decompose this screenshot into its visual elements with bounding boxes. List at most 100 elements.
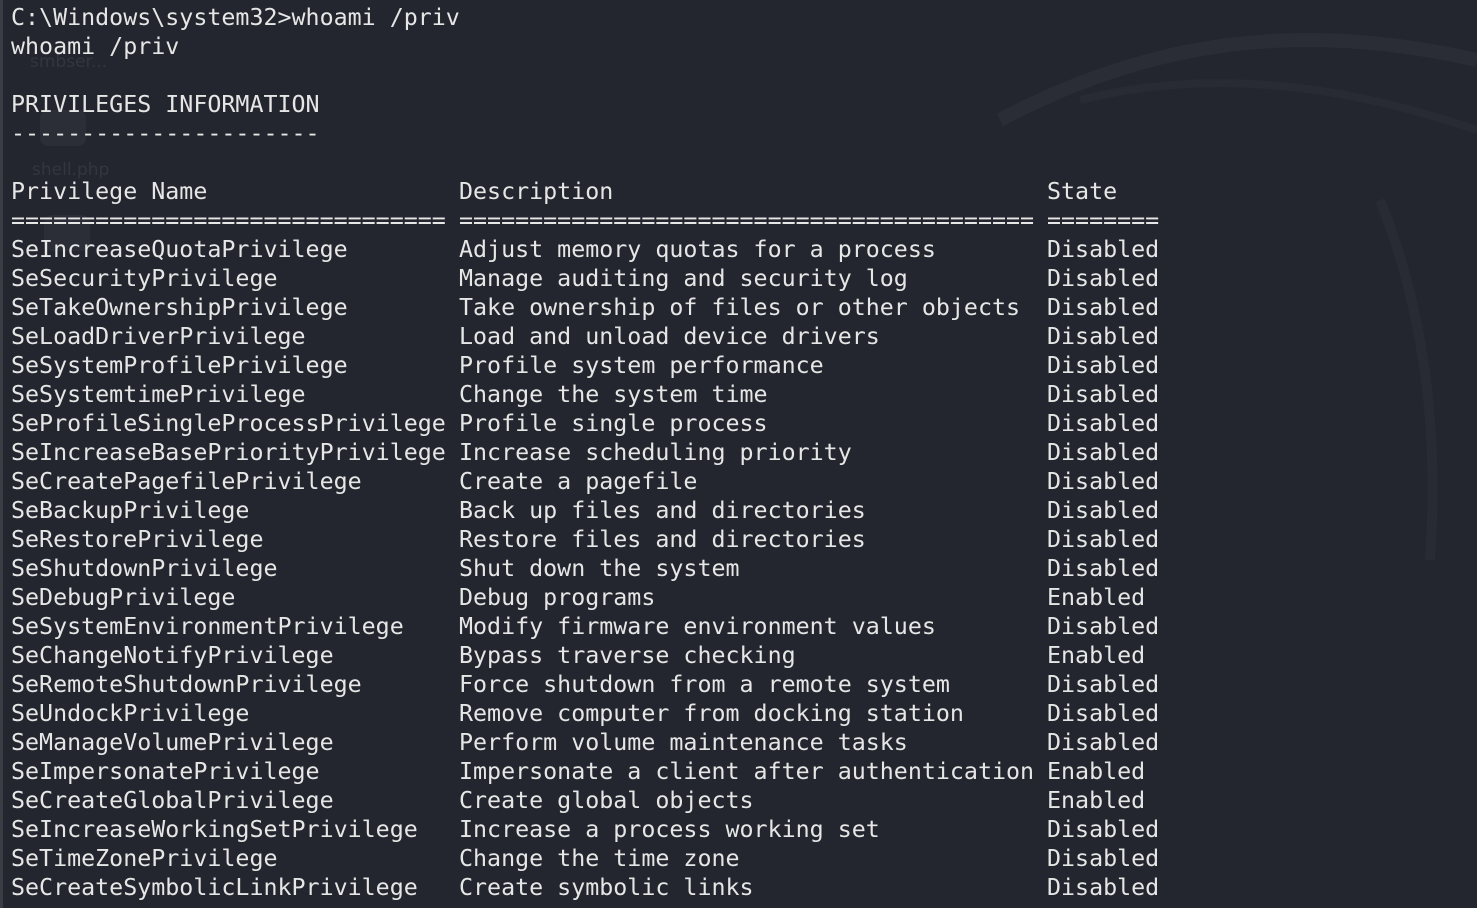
table-row: SeManageVolumePrivilege Perform volume ma… (11, 728, 1211, 757)
table-row: SeShutdownPrivilege Shut down the system D… (11, 554, 1211, 583)
separator-state: ======== (1047, 207, 1160, 234)
privilege-description: Force shutdown from a remote system (459, 671, 950, 698)
privilege-state: Enabled (1047, 642, 1146, 669)
privilege-state: Disabled (1047, 874, 1160, 901)
header-privilege-name: Privilege Name (11, 178, 208, 205)
privilege-description: Shut down the system (459, 555, 740, 582)
table-row: SeSystemEnvironmentPrivilege Modify firmw… (11, 612, 1211, 641)
section-underline: ---------------------- (11, 120, 320, 147)
table-row: SeUndockPrivilege Remove computer from do… (11, 699, 1211, 728)
privilege-name: SeSystemEnvironmentPrivilege (11, 613, 404, 640)
privilege-state: Disabled (1047, 816, 1160, 843)
terminal-window[interactable]: smbser... shell.php C:\Windows\system32>… (0, 0, 1477, 908)
privilege-state: Disabled (1047, 323, 1160, 350)
privilege-name: SeIncreaseBasePriorityPrivilege (11, 439, 446, 466)
privilege-name: SeSystemtimePrivilege (11, 381, 306, 408)
privilege-name: SeRemoteShutdownPrivilege (11, 671, 362, 698)
privilege-name: SeTimeZonePrivilege (11, 845, 278, 872)
privilege-name: SeCreateGlobalPrivilege (11, 787, 334, 814)
privilege-description: Back up files and directories (459, 497, 866, 524)
header-state: State (1047, 178, 1118, 205)
privilege-description: Manage auditing and security log (459, 265, 908, 292)
window-left-border (0, 0, 3, 908)
privilege-description: Impersonate a client after authenticatio… (459, 758, 1035, 785)
privilege-description: Bypass traverse checking (459, 642, 796, 669)
privilege-state: Disabled (1047, 265, 1160, 292)
privilege-state: Disabled (1047, 555, 1160, 582)
privilege-description: Profile single process (459, 410, 768, 437)
privilege-name: SeUndockPrivilege (11, 700, 250, 727)
table-row: SeTakeOwnershipPrivilege Take ownership o… (11, 293, 1211, 322)
privilege-name: SeIncreaseQuotaPrivilege (11, 236, 348, 263)
privilege-name: SeShutdownPrivilege (11, 555, 278, 582)
privilege-name: SeRestorePrivilege (11, 526, 264, 553)
privilege-description: Increase a process working set (459, 816, 880, 843)
privilege-state: Disabled (1047, 526, 1160, 553)
privilege-name: SeDebugPrivilege (11, 584, 236, 611)
privilege-name: SeIncreaseWorkingSetPrivilege (11, 816, 418, 843)
privilege-state: Disabled (1047, 671, 1160, 698)
table-row: SeIncreaseQuotaPrivilege Adjust memory qu… (11, 235, 1211, 264)
privilege-state: Disabled (1047, 236, 1160, 263)
privilege-description: Remove computer from docking station (459, 700, 964, 727)
privilege-description: Increase scheduling priority (459, 439, 852, 466)
table-row: SeCreateSymbolicLinkPrivilege Create symb… (11, 873, 1211, 902)
privilege-description: Load and unload device drivers (459, 323, 880, 350)
privilege-state: Disabled (1047, 352, 1160, 379)
privilege-state: Disabled (1047, 497, 1160, 524)
privilege-state: Enabled (1047, 758, 1146, 785)
privilege-name: SeTakeOwnershipPrivilege (11, 294, 348, 321)
privilege-name: SeCreateSymbolicLinkPrivilege (11, 874, 418, 901)
privilege-state: Disabled (1047, 468, 1160, 495)
table-row: SeDebugPrivilege Debug programs Enabled (11, 583, 1211, 612)
privilege-state: Enabled (1047, 787, 1146, 814)
table-row: SeBackupPrivilege Back up files and direc… (11, 496, 1211, 525)
table-row: SeProfileSingleProcessPrivilege Profile s… (11, 409, 1211, 438)
privilege-state: Disabled (1047, 613, 1160, 640)
table-row: SeSystemProfilePrivilege Profile system p… (11, 351, 1211, 380)
privilege-description: Debug programs (459, 584, 656, 611)
table-row: SeIncreaseBasePriorityPrivilege Increase … (11, 438, 1211, 467)
table-row: SeSecurityPrivilege Manage auditing and s… (11, 264, 1211, 293)
privilege-description: Take ownership of files or other objects (459, 294, 1021, 321)
privilege-state: Disabled (1047, 381, 1160, 408)
command-prompt-line: C:\Windows\system32>whoami /priv (11, 4, 460, 31)
table-header-row: Privilege Name Description State (11, 177, 1211, 206)
table-row: SeSystemtimePrivilege Change the system t… (11, 380, 1211, 409)
privilege-description: Change the time zone (459, 845, 740, 872)
command-echo-line: whoami /priv (11, 33, 180, 60)
table-row: SeCreatePagefilePrivilege Create a pagefi… (11, 467, 1211, 496)
privilege-name: SeSecurityPrivilege (11, 265, 278, 292)
table-separator-row: =============================== ========… (11, 206, 1211, 235)
table-row: SeIncreaseWorkingSetPrivilege Increase a … (11, 815, 1211, 844)
table-row: SeRestorePrivilege Restore files and dire… (11, 525, 1211, 554)
separator-name: =============================== (11, 207, 446, 234)
privilege-description: Create symbolic links (459, 874, 754, 901)
privilege-state: Disabled (1047, 729, 1160, 756)
privilege-state: Disabled (1047, 410, 1160, 437)
privilege-state: Disabled (1047, 294, 1160, 321)
privilege-description: Change the system time (459, 381, 768, 408)
privilege-name: SeManageVolumePrivilege (11, 729, 334, 756)
header-description: Description (459, 178, 614, 205)
privilege-name: SeBackupPrivilege (11, 497, 250, 524)
privilege-name: SeChangeNotifyPrivilege (11, 642, 334, 669)
table-row: SeRemoteShutdownPrivilege Force shutdown … (11, 670, 1211, 699)
table-row: SeLoadDriverPrivilege Load and unload dev… (11, 322, 1211, 351)
table-row: SeCreateGlobalPrivilege Create global obj… (11, 786, 1211, 815)
privilege-name: SeProfileSingleProcessPrivilege (11, 410, 446, 437)
privilege-description: Create global objects (459, 787, 754, 814)
privilege-description: Modify firmware environment values (459, 613, 936, 640)
privilege-name: SeSystemProfilePrivilege (11, 352, 348, 379)
privilege-description: Create a pagefile (459, 468, 698, 495)
privilege-state: Disabled (1047, 700, 1160, 727)
privilege-description: Adjust memory quotas for a process (459, 236, 936, 263)
privilege-description: Perform volume maintenance tasks (459, 729, 908, 756)
privilege-description: Restore files and directories (459, 526, 866, 553)
table-row: SeImpersonatePrivilege Impersonate a clie… (11, 757, 1211, 786)
privilege-state: Enabled (1047, 584, 1146, 611)
privilege-name: SeImpersonatePrivilege (11, 758, 320, 785)
separator-description: ========================================… (459, 207, 1035, 234)
privilege-name: SeCreatePagefilePrivilege (11, 468, 362, 495)
table-row: SeTimeZonePrivilege Change the time zone D… (11, 844, 1211, 873)
